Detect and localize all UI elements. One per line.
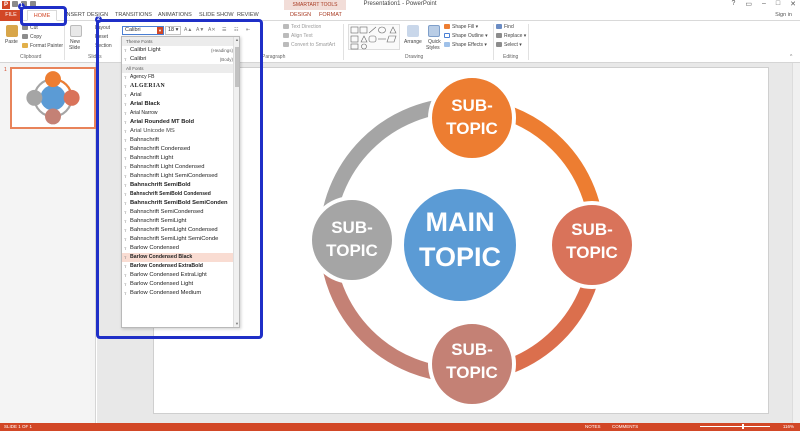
help-icon[interactable]: ?: [731, 0, 735, 8]
ribbon-options-icon[interactable]: ▭: [745, 0, 752, 8]
zoom-slider-knob[interactable]: [742, 424, 744, 429]
editing-group-label: Editing: [503, 54, 519, 60]
paragraph-group-label: Paragraph: [262, 54, 286, 60]
ribbon-separator: [64, 24, 65, 60]
slide-thumbnail[interactable]: [10, 67, 96, 129]
collapse-ribbon-icon[interactable]: ^: [790, 54, 792, 60]
text-direction-button[interactable]: Text Direction: [283, 24, 321, 30]
ribbon-separator: [528, 24, 529, 60]
select-button[interactable]: Select ▾: [496, 42, 522, 48]
find-button[interactable]: Find: [496, 24, 514, 30]
new-slide-icon[interactable]: [70, 25, 82, 37]
subtopic-right-line1: SUB-: [571, 220, 613, 239]
copy-icon: [22, 34, 28, 40]
comments-button[interactable]: COMMENTS: [612, 423, 638, 431]
sign-in-link[interactable]: Sign in: [775, 10, 792, 21]
ribbon-separator: [493, 24, 494, 60]
arrange-icon[interactable]: [407, 25, 419, 37]
main-topic-line2: TOPIC: [419, 242, 501, 272]
cursor-icon: [496, 42, 502, 48]
tab-smartart-format[interactable]: FORMAT: [316, 10, 345, 21]
font-list-highlight: [96, 19, 263, 339]
subtopic-node-top[interactable]: SUB- TOPIC: [428, 74, 516, 162]
zoom-slider[interactable]: [700, 426, 770, 427]
subtopic-bottom-line2: TOPIC: [446, 363, 498, 382]
smartart-icon: [283, 42, 289, 48]
paint-bucket-icon: [444, 24, 450, 30]
shape-outline-button[interactable]: Shape Outline ▾: [444, 33, 488, 39]
drawing-group-label: Drawing: [405, 54, 424, 60]
tab-smartart-design[interactable]: DESIGN: [287, 10, 314, 21]
main-topic-line1: MAIN: [426, 207, 495, 237]
replace-icon: [496, 33, 502, 39]
new-slide-label: Slide: [69, 45, 81, 51]
text-direction-icon: [283, 24, 289, 30]
step-badge-2: 2: [95, 16, 102, 23]
home-tab-highlight: [20, 6, 67, 26]
close-icon[interactable]: ✕: [790, 0, 796, 8]
shape-fill-button[interactable]: Shape Fill ▾: [444, 24, 478, 30]
align-text-button[interactable]: Align Text: [283, 33, 313, 39]
arrange-button[interactable]: Arrange: [404, 39, 422, 45]
slide-thumbnail-pane: 1: [0, 63, 96, 423]
step-badge-1: 1: [18, 3, 25, 10]
subtopic-node-right[interactable]: SUB- TOPIC: [548, 201, 636, 289]
subtopic-top-line2: TOPIC: [446, 119, 498, 138]
search-icon: [496, 24, 502, 30]
subtopic-node-left[interactable]: SUB- TOPIC: [308, 196, 396, 284]
slide-count: SLIDE 1 OF 1: [4, 424, 33, 429]
pen-icon: [444, 33, 450, 39]
minimize-icon[interactable]: –: [762, 0, 766, 8]
subtopic-left-line1: SUB-: [331, 218, 373, 237]
align-text-icon: [283, 33, 289, 39]
subtopic-right-line2: TOPIC: [566, 243, 618, 262]
format-painter-button[interactable]: Format Painter: [22, 43, 63, 49]
subtopic-node-bottom[interactable]: SUB- TOPIC: [428, 320, 516, 408]
paste-icon[interactable]: [6, 25, 18, 37]
window-controls: ? ▭ – □ ✕: [731, 0, 796, 8]
slide-number: 1: [4, 67, 7, 73]
zoom-level[interactable]: 116%: [783, 423, 794, 431]
subtopic-left-line2: TOPIC: [326, 241, 378, 260]
shapes-icon: [350, 26, 397, 50]
clipboard-group-label: Clipboard: [20, 54, 42, 60]
status-bar: SLIDE 1 OF 1 NOTES COMMENTS 116%: [0, 423, 800, 431]
main-topic-node[interactable]: MAIN TOPIC: [400, 185, 520, 305]
convert-smartart-button[interactable]: Convert to SmartArt: [283, 42, 335, 48]
shapes-gallery[interactable]: [348, 24, 400, 50]
window-title: Presentation1 - PowerPoint: [363, 1, 437, 7]
tab-file[interactable]: FILE: [0, 10, 22, 21]
shape-effects-button[interactable]: Shape Effects ▾: [444, 42, 487, 48]
notes-button[interactable]: NOTES: [585, 423, 601, 431]
paste-button[interactable]: Paste: [5, 39, 18, 45]
subtopic-top-line1: SUB-: [451, 96, 493, 115]
vertical-scrollbar[interactable]: [792, 63, 800, 423]
copy-button[interactable]: Copy: [22, 34, 42, 40]
maximize-icon[interactable]: □: [776, 0, 780, 8]
slide-thumbnail-diagram: [26, 71, 80, 125]
effects-icon: [444, 42, 450, 48]
quick-styles-label: Styles: [426, 45, 440, 51]
replace-button[interactable]: Replace ▾: [496, 33, 526, 39]
quick-styles-icon[interactable]: [428, 25, 440, 37]
title-bar: P SMARTART TOOLS Presentation1 - PowerPo…: [0, 0, 800, 10]
brush-icon: [22, 43, 28, 49]
ribbon-separator: [343, 24, 344, 60]
subtopic-bottom-line1: SUB-: [451, 340, 493, 359]
